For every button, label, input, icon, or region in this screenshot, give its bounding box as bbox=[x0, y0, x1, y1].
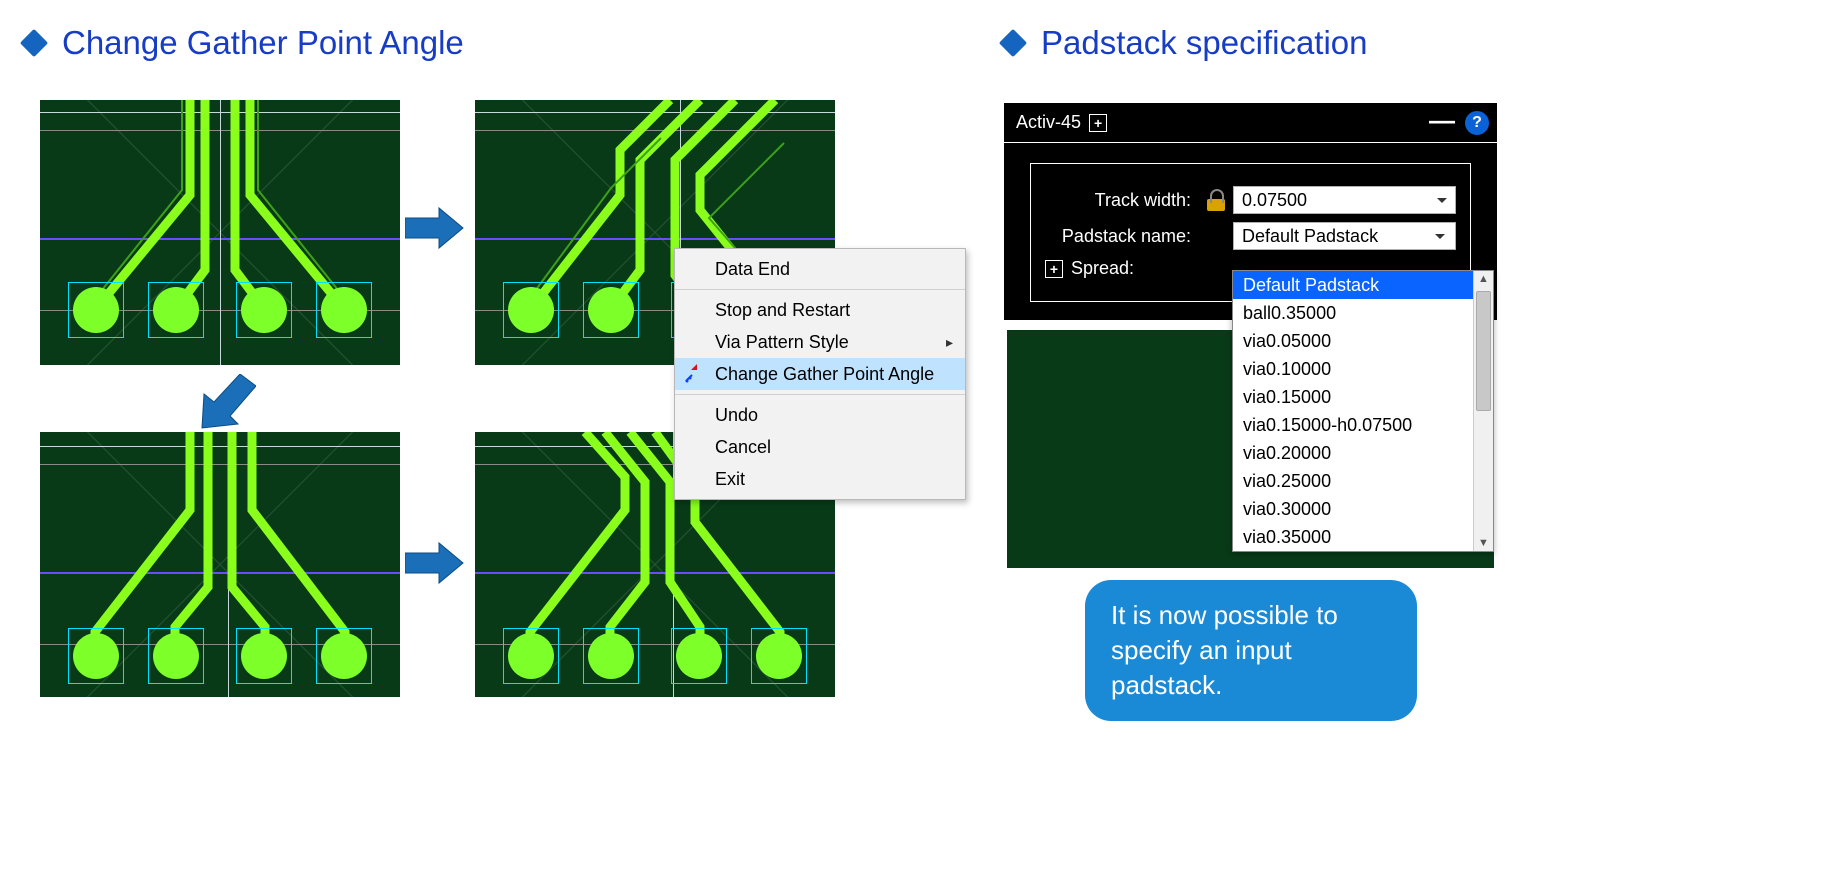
dropdown-option[interactable]: Default Padstack bbox=[1233, 271, 1493, 299]
panel-title-text: Activ-45 bbox=[1016, 112, 1081, 133]
menu-item-label: Via Pattern Style bbox=[715, 332, 849, 353]
menu-item-label: Undo bbox=[715, 405, 758, 426]
label-spread: Spread: bbox=[1071, 258, 1134, 279]
info-callout: It is now possible to specify an input p… bbox=[1085, 580, 1417, 721]
menu-item-label: Exit bbox=[715, 469, 745, 490]
menu-item-label: Stop and Restart bbox=[715, 300, 850, 321]
help-icon[interactable]: ? bbox=[1465, 111, 1489, 135]
menu-item-undo[interactable]: Undo bbox=[675, 399, 965, 431]
dropdown-option-label: via0.10000 bbox=[1243, 359, 1331, 380]
row-padstack-name: Padstack name: Default Padstack bbox=[1045, 222, 1456, 250]
dropdown-option[interactable]: via0.15000-h0.07500 bbox=[1233, 411, 1493, 439]
dropdown-option[interactable]: via0.15000 bbox=[1233, 383, 1493, 411]
arrow-right-icon bbox=[405, 205, 465, 251]
menu-separator bbox=[675, 394, 965, 395]
dropdown-option-label: via0.30000 bbox=[1243, 499, 1331, 520]
dropdown-option-label: via0.15000 bbox=[1243, 387, 1331, 408]
scrollbar-thumb[interactable] bbox=[1476, 291, 1491, 411]
dropdown-option-label: via0.15000-h0.07500 bbox=[1243, 415, 1412, 436]
heading-text: Padstack specification bbox=[1041, 24, 1368, 62]
dropdown-option[interactable]: via0.10000 bbox=[1233, 355, 1493, 383]
dropdown-option[interactable]: via0.25000 bbox=[1233, 467, 1493, 495]
dropdown-option-label: via0.05000 bbox=[1243, 331, 1331, 352]
menu-item-change-gather-point-angle[interactable]: Change Gather Point Angle bbox=[675, 358, 965, 390]
change-angle-icon bbox=[683, 364, 703, 384]
padstack-name-value: Default Padstack bbox=[1242, 226, 1378, 247]
menu-item-exit[interactable]: Exit bbox=[675, 463, 965, 495]
menu-item-label: Data End bbox=[715, 259, 790, 280]
diamond-bullet-icon bbox=[20, 29, 48, 57]
callout-text: It is now possible to specify an input p… bbox=[1111, 600, 1338, 700]
menu-separator bbox=[675, 289, 965, 290]
dropdown-option[interactable]: via0.20000 bbox=[1233, 439, 1493, 467]
dropdown-option[interactable]: via0.35000 bbox=[1233, 523, 1493, 551]
padstack-name-combo[interactable]: Default Padstack bbox=[1233, 222, 1456, 250]
menu-item-stop-and-restart[interactable]: Stop and Restart bbox=[675, 294, 965, 326]
menu-item-via-pattern-style[interactable]: Via Pattern Style bbox=[675, 326, 965, 358]
dropdown-option-label: via0.25000 bbox=[1243, 471, 1331, 492]
arrow-down-left-icon bbox=[190, 374, 256, 430]
dropdown-option-label: Default Padstack bbox=[1243, 275, 1379, 296]
menu-item-data-end[interactable]: Data End bbox=[675, 253, 965, 285]
dropdown-option[interactable]: ball0.35000 bbox=[1233, 299, 1493, 327]
track-width-combo[interactable]: 0.07500 bbox=[1233, 186, 1456, 214]
padstack-dropdown[interactable]: Default Padstack ball0.35000 via0.05000 … bbox=[1232, 270, 1494, 552]
pcb-view-before-bottom bbox=[40, 432, 400, 697]
scrollbar[interactable] bbox=[1473, 271, 1493, 551]
heading-padstack-specification: Padstack specification bbox=[1003, 24, 1368, 62]
track-width-value: 0.07500 bbox=[1242, 190, 1307, 211]
dropdown-option-label: via0.35000 bbox=[1243, 527, 1331, 548]
label-padstack-name: Padstack name: bbox=[1045, 226, 1205, 247]
expand-icon[interactable]: + bbox=[1045, 260, 1063, 278]
expand-icon[interactable]: + bbox=[1089, 114, 1107, 132]
menu-item-label: Change Gather Point Angle bbox=[715, 364, 934, 385]
heading-change-gather-point-angle: Change Gather Point Angle bbox=[24, 24, 464, 62]
dropdown-option-label: ball0.35000 bbox=[1243, 303, 1336, 324]
row-track-width: Track width: 0.07500 bbox=[1045, 186, 1456, 214]
arrow-right-icon bbox=[405, 540, 465, 586]
panel-titlebar[interactable]: Activ-45 + — ? bbox=[1004, 103, 1497, 143]
context-menu: Data End Stop and Restart Via Pattern St… bbox=[674, 248, 966, 500]
label-track-width: Track width: bbox=[1045, 190, 1205, 211]
diamond-bullet-icon bbox=[999, 29, 1027, 57]
menu-item-label: Cancel bbox=[715, 437, 771, 458]
minimize-icon[interactable]: — bbox=[1429, 113, 1455, 127]
dropdown-option[interactable]: via0.30000 bbox=[1233, 495, 1493, 523]
heading-text: Change Gather Point Angle bbox=[62, 24, 464, 62]
lock-icon[interactable] bbox=[1205, 189, 1227, 211]
dropdown-option-label: via0.20000 bbox=[1243, 443, 1331, 464]
menu-item-cancel[interactable]: Cancel bbox=[675, 431, 965, 463]
dropdown-option[interactable]: via0.05000 bbox=[1233, 327, 1493, 355]
pcb-view-before-top bbox=[40, 100, 400, 365]
